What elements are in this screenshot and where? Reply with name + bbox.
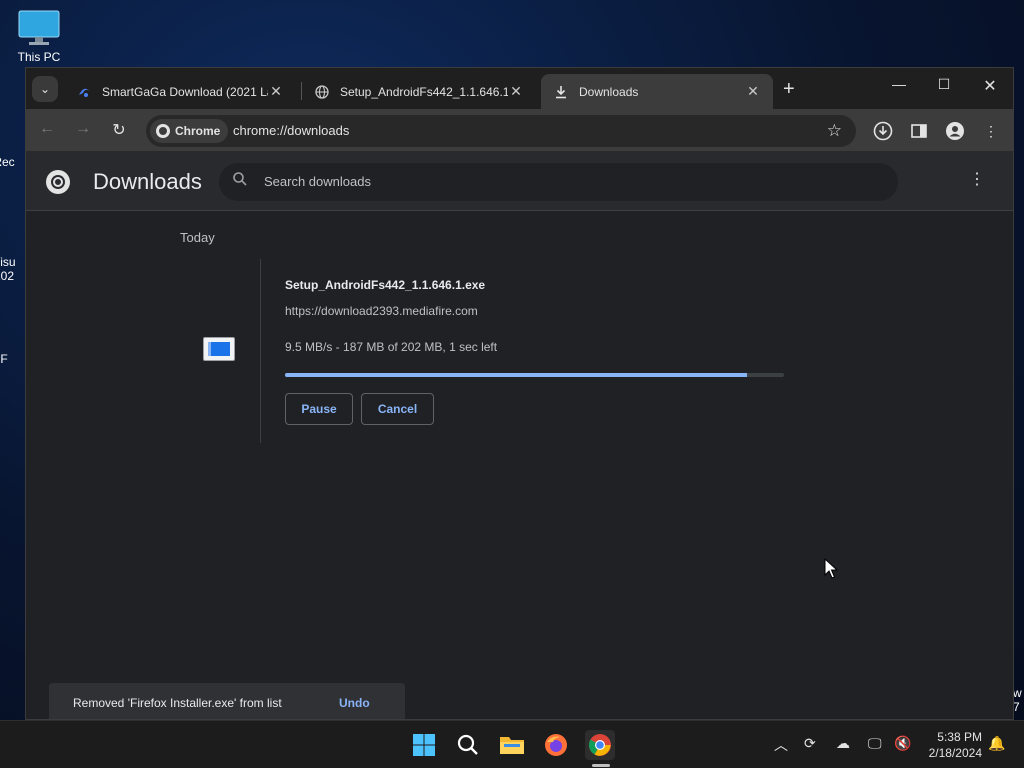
tab-title: SmartGaGa Download (2021 La [102,84,268,99]
section-date-heading: Today [180,230,215,245]
downloads-menu-button[interactable]: ⋮ [969,169,985,189]
download-icon [553,84,569,100]
undo-button[interactable]: Undo [339,696,370,710]
maximize-icon: ☐ [937,76,951,92]
close-icon[interactable]: ✕ [508,83,524,100]
side-panel-button[interactable] [908,120,930,142]
downloads-toolbar-button[interactable] [872,120,894,142]
chrome-logo-icon [46,170,70,194]
network-icon[interactable]: 🖵 [868,735,882,752]
close-window-button[interactable]: ✕ [967,76,1013,100]
minimize-icon: — [892,76,906,92]
mouse-cursor-icon [824,558,838,579]
profile-button[interactable] [944,120,966,142]
download-status: 9.5 MB/s - 187 MB of 202 MB, 1 sec left [285,340,498,354]
back-button[interactable]: ← [36,120,58,142]
forward-button[interactable]: → [72,120,94,142]
tab-title: Downloads [579,84,639,99]
tab-smartgaga[interactable]: SmartGaGa Download (2021 La ✕ [64,74,296,109]
toast-message: Removed 'Firefox Installer.exe' from lis… [73,696,282,710]
minimize-button[interactable]: — [876,76,922,100]
chrome-icon[interactable] [585,730,615,760]
start-icon[interactable] [409,730,439,760]
desktop-icon-this-pc[interactable]: This PC [4,10,74,64]
active-app-indicator [592,764,610,767]
chevron-up-icon[interactable]: ︿ [774,735,788,755]
chevron-down-icon: ⌄ [39,82,51,96]
download-progress-fill [285,373,748,377]
file-explorer-icon[interactable] [497,730,527,760]
site-info-chip[interactable]: Chrome [150,119,229,143]
globe-icon [314,84,330,100]
search-placeholder: Search downloads [264,174,371,189]
desktop-icon-label: F [0,352,8,366]
file-icon [203,337,235,361]
removed-toast: Removed 'Firefox Installer.exe' from lis… [49,683,405,719]
tab-search-button[interactable]: ⌄ [32,76,58,102]
profile-icon [946,122,964,140]
page-title: Downloads [93,169,202,194]
arrow-right-icon: → [75,120,91,137]
search-icon [233,172,247,189]
side-panel-icon [911,124,927,138]
reload-button[interactable]: ↻ [108,120,130,142]
search-downloads-field[interactable]: Search downloads [219,163,898,201]
chrome-logo-icon [156,124,170,138]
download-filename[interactable]: Setup_AndroidFs442_1.1.646.1.exe [285,278,485,292]
url-text[interactable]: chrome://downloads [233,123,349,138]
system-clock[interactable]: 5:38 PM 2/18/2024 [920,729,982,761]
cloud-icon[interactable]: ☁ [836,735,850,752]
tab-title: Setup_AndroidFs442_1.1.646.1 [340,84,508,99]
close-icon[interactable]: ✕ [745,83,761,100]
cancel-button[interactable]: Cancel [361,393,434,425]
download-progress-bar [285,373,784,377]
taskbar: ︿ ⟳ ☁ 🖵 🔇 5:38 PM 2/18/2024 🔔 [0,720,1024,768]
desktop-icon-label: 202 [0,269,15,283]
downloads-page: Downloads Search downloads ⋮ Today Setup… [26,151,1013,719]
maximize-button[interactable]: ☐ [921,76,967,100]
browser-menu-button[interactable]: ⋮ [980,120,1002,142]
edge-swirl-icon [76,84,92,100]
arrow-left-icon: ← [39,120,55,137]
reload-icon: ↻ [112,122,126,139]
chip-label: Chrome [175,124,221,138]
sync-icon[interactable]: ⟳ [804,735,816,752]
kebab-menu-icon: ⋮ [984,122,998,139]
downloads-header: Downloads Search downloads ⋮ [26,151,1013,211]
download-circle-icon [873,121,893,141]
close-icon: ✕ [983,78,997,95]
tab-strip: ⌄ SmartGaGa Download (2021 La ✕ Setup_An… [26,68,1013,109]
address-bar[interactable]: Chrome chrome://downloads ☆ [146,115,856,147]
download-source-url[interactable]: https://download2393.mediafire.com [285,304,478,318]
plus-icon: + [783,78,795,100]
browser-toolbar: ← → ↻ Chrome chrome://downloads ☆ ⋮ [26,109,1013,151]
bookmark-star-icon[interactable]: ☆ [827,121,842,141]
desktop-icon-label: This PC [17,50,61,64]
new-tab-button[interactable]: + [783,78,795,101]
desktop-edge-text: w [1013,686,1022,700]
firefox-icon[interactable] [541,730,571,760]
browser-window: ⌄ SmartGaGa Download (2021 La ✕ Setup_An… [25,67,1014,720]
search-icon[interactable] [453,730,483,760]
clock-time: 5:38 PM [937,730,982,744]
tab-downloads[interactable]: Downloads ✕ [541,74,773,109]
pause-button[interactable]: Pause [285,393,353,425]
desktop-icon-label: Visu [0,255,16,269]
tab-setup-androidfs[interactable]: Setup_AndroidFs442_1.1.646.1 ✕ [302,74,536,109]
close-icon[interactable]: ✕ [268,83,284,100]
desktop-icon-label: Rec [0,155,15,169]
desktop-edge-text: 7 [1013,700,1020,714]
monitor-icon [18,10,60,46]
notification-bell-icon[interactable]: 🔔 [988,735,1005,752]
clock-date: 2/18/2024 [928,746,982,760]
volume-muted-icon[interactable]: 🔇 [894,735,911,752]
